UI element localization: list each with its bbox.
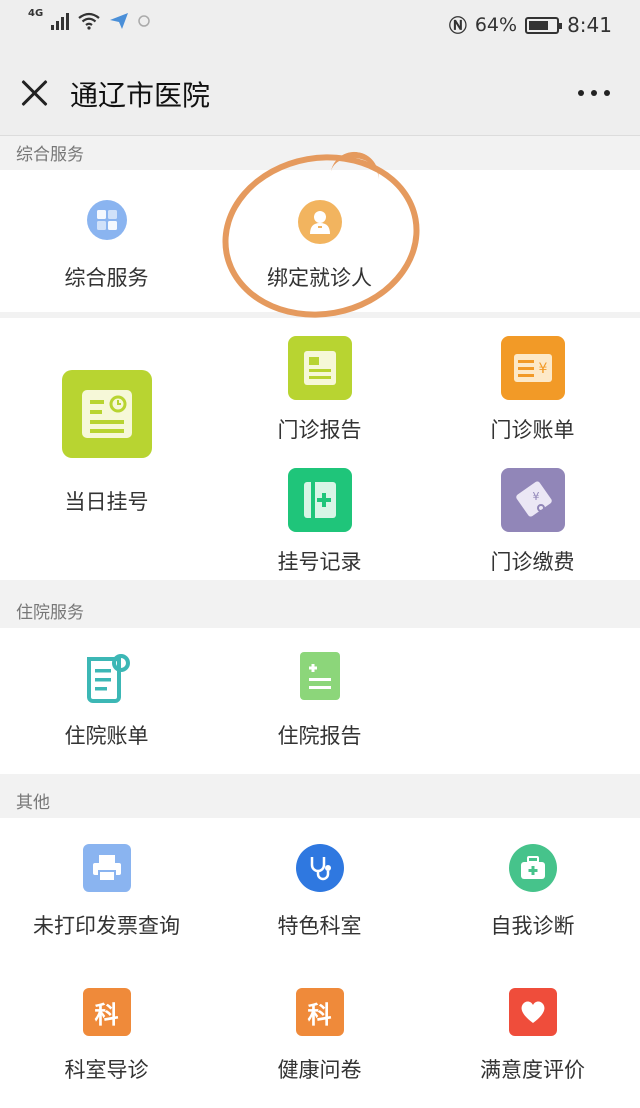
nav-bar: 通辽市医院 [0, 50, 640, 136]
service-label: 当日挂号 [64, 490, 149, 514]
stethoscope-icon [295, 844, 344, 892]
service-label: 特色科室 [277, 914, 362, 938]
clock: 8:41 [567, 13, 612, 37]
service-label: 门诊报告 [277, 418, 362, 442]
service-inpatient-report[interactable]: 住院报告 [213, 628, 426, 774]
more-options-icon[interactable] [578, 90, 610, 96]
service-outpatient-bill[interactable]: ¥ 门诊账单 [426, 318, 639, 448]
service-self-diagnosis[interactable]: 自我诊断 [426, 818, 639, 962]
inpatient-panel: 住院账单 住院报告 [0, 628, 640, 774]
wifi-icon [78, 12, 100, 30]
paper-plane-icon [110, 13, 129, 29]
registration-icon [61, 370, 152, 458]
service-label: 综合服务 [64, 266, 149, 290]
service-outpatient-payment[interactable]: ¥ 门诊缴费 [426, 450, 639, 580]
service-registration-record[interactable]: 挂号记录 [213, 450, 426, 580]
heart-icon [508, 988, 557, 1036]
service-label: 自我诊断 [490, 914, 575, 938]
service-inpatient-bill[interactable]: 住院账单 [0, 628, 213, 774]
service-outpatient-report[interactable]: 门诊报告 [213, 318, 426, 448]
document-icon [299, 652, 340, 700]
report-icon [287, 336, 352, 400]
bill-icon: ¥ [500, 336, 565, 400]
service-same-day-registration[interactable]: 当日挂号 [0, 318, 213, 580]
service-label: 住院账单 [64, 724, 149, 748]
record-icon [287, 468, 352, 532]
status-bar: 4G Ⓝ 64% 8:41 [0, 0, 640, 50]
service-label: 科室导诊 [64, 1058, 149, 1082]
service-featured-departments[interactable]: 特色科室 [213, 818, 426, 962]
scroll-icon [80, 652, 134, 704]
signal-icon [51, 12, 70, 30]
service-department-guide[interactable]: 科 科室导诊 [0, 962, 213, 1108]
outpatient-panel: 当日挂号 门诊报告 ¥ 门诊账单 挂号记录 ¥ 门诊缴费 [0, 318, 640, 580]
service-label: 住院报告 [277, 724, 362, 748]
section-header-general: 综合服务 [16, 145, 84, 165]
service-label: 满意度评价 [480, 1058, 585, 1082]
printer-icon [82, 844, 131, 892]
section-header-other: 其他 [16, 793, 50, 813]
service-unprinted-invoice[interactable]: 未打印发票查询 [0, 818, 213, 962]
medkit-icon [508, 844, 557, 892]
grid-icon [86, 200, 127, 240]
service-label: 健康问卷 [277, 1058, 362, 1082]
svg-text:¥: ¥ [538, 361, 547, 377]
service-label: 门诊账单 [490, 418, 575, 442]
status-right: Ⓝ 64% 8:41 [449, 12, 612, 38]
questionnaire-icon: 科 [295, 988, 344, 1036]
svg-text:¥: ¥ [532, 490, 539, 503]
service-health-questionnaire[interactable]: 科 健康问卷 [213, 962, 426, 1108]
nfc-icon: Ⓝ [448, 16, 467, 37]
notification-icon [138, 15, 150, 27]
service-satisfaction-rating[interactable]: 满意度评价 [426, 962, 639, 1108]
status-left: 4G [28, 8, 151, 30]
department-icon: 科 [82, 988, 131, 1036]
service-label: 挂号记录 [277, 550, 362, 574]
section-header-inpatient: 住院服务 [16, 603, 84, 623]
battery-percent: 64% [474, 14, 518, 36]
service-label: 未打印发票查询 [33, 914, 180, 938]
payment-icon: ¥ [500, 468, 565, 532]
service-label: 门诊缴费 [490, 550, 575, 574]
close-icon[interactable] [18, 76, 52, 110]
battery-icon [525, 16, 563, 34]
page-title: 通辽市医院 [70, 79, 211, 112]
other-panel: 未打印发票查询 特色科室 自我诊断 科 科室导诊 科 健康问卷 满意度评价 [0, 818, 640, 1108]
network-type: 4G [28, 7, 44, 19]
service-general[interactable]: 综合服务 [0, 170, 213, 312]
